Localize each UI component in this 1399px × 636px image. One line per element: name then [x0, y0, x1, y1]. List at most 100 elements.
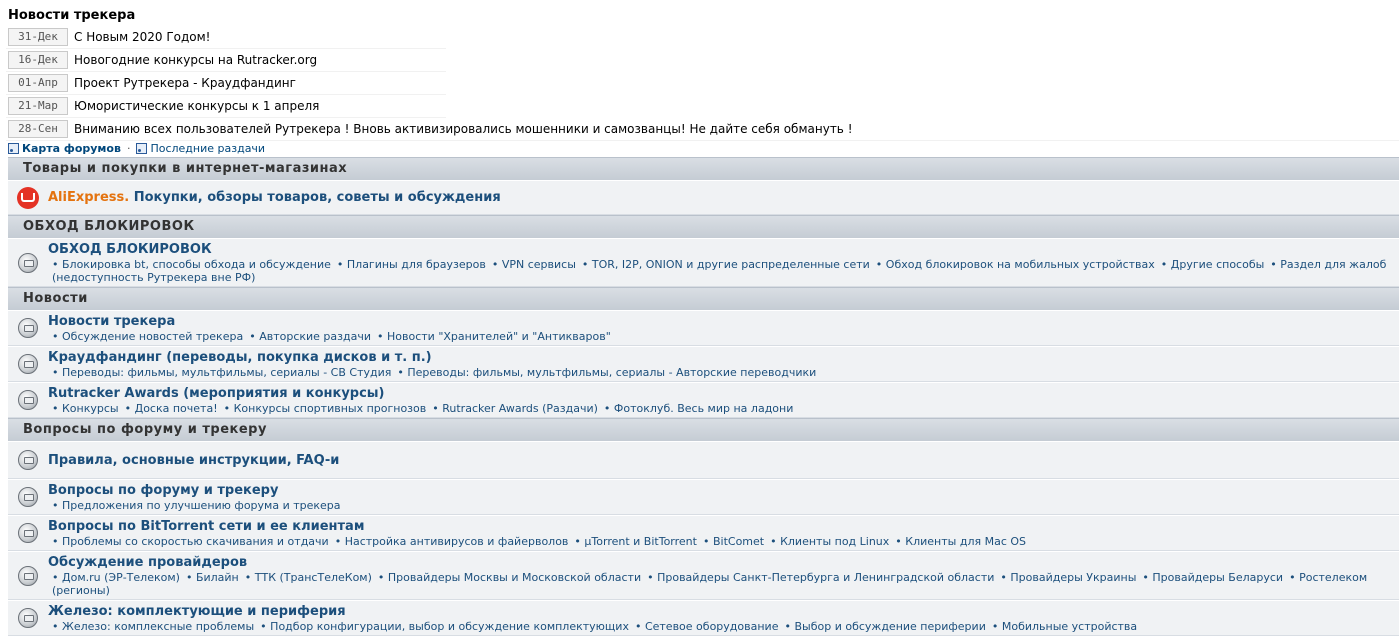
shopping-bag-icon — [17, 186, 39, 209]
subforum-link[interactable]: Клиенты под Linux — [770, 535, 889, 548]
forum-list: Товары и покупки в интернет-магазинах Al… — [8, 157, 1399, 636]
subforum-link[interactable]: Фотоклуб. Весь мир на ладони — [604, 402, 793, 415]
news-item[interactable]: 28-Сен Вниманию всех пользователей Рутрек… — [6, 118, 1399, 141]
forum-title-link[interactable]: ОБХОД БЛОКИРОВОК — [48, 241, 1399, 258]
news-date: 01-Апр — [8, 74, 68, 92]
news-item[interactable]: 21-Мар Юмористические конкурсы к 1 апреля — [6, 95, 446, 118]
forum-status-icon — [18, 608, 38, 628]
subforum-list: Обсуждение новостей трекера Авторские раз… — [48, 330, 1399, 343]
news-block: Новости трекера 31-Дек С Новым 2020 Годом… — [6, 6, 1399, 141]
subforum-link[interactable]: Новости "Хранителей" и "Антикваров" — [377, 330, 611, 343]
forum-status-icon — [18, 487, 38, 507]
subforum-link[interactable]: Настройка антивирусов и файерволов — [335, 535, 569, 548]
subforum-list: Проблемы со скоростью скачивания и отдач… — [48, 535, 1399, 548]
subforum-link[interactable]: Мобильные устройства — [992, 620, 1137, 633]
link-separator: · — [126, 141, 131, 155]
subforum-link[interactable]: Провайдеры Москвы и Московской области — [378, 571, 641, 584]
latest-releases-link[interactable]: Последние раздачи — [150, 142, 265, 155]
subforum-link[interactable]: Другие способы — [1161, 258, 1265, 271]
forum-status-icon — [18, 318, 38, 338]
forum-row: Правила, основные инструкции, FAQ-и — [8, 441, 1399, 479]
subforum-link[interactable]: TOR, I2P, ONION и другие распределенные … — [582, 258, 870, 271]
news-link[interactable]: Новогодние конкурсы на Rutracker.org — [74, 53, 317, 67]
subforum-link[interactable]: Переводы: фильмы, мультфильмы, сериалы -… — [397, 366, 816, 379]
news-date: 31-Дек — [8, 28, 68, 46]
subforum-link[interactable]: Плагины для браузеров — [337, 258, 486, 271]
forum-icon-cell — [8, 181, 48, 214]
category-header[interactable]: ОБХОД БЛОКИРОВОК — [8, 215, 1399, 238]
subforum-link[interactable]: Дом.ru (ЭР-Телеком) — [52, 571, 180, 584]
subforum-list: Предложения по улучшению форума и трекер… — [48, 499, 1399, 512]
subforum-link[interactable]: BitComet — [703, 535, 764, 548]
forum-row: Вопросы по форуму и трекеру Предложения … — [8, 479, 1399, 515]
forum-row: Обсуждение провайдеров Дом.ru (ЭР-Телеко… — [8, 551, 1399, 600]
forum-map-link[interactable]: Карта форумов — [22, 142, 121, 155]
news-date: 16-Дек — [8, 51, 68, 69]
forum-title-link[interactable]: Краудфандинг (переводы, покупка дисков и… — [48, 349, 1399, 366]
subforum-link[interactable]: Выбор и обсуждение периферии — [784, 620, 985, 633]
news-item[interactable]: 16-Дек Новогодние конкурсы на Rutracker.o… — [6, 49, 446, 72]
forum-row: AliExpress. Покупки, обзоры товаров, сов… — [8, 180, 1399, 215]
forum-icon-cell — [8, 239, 48, 286]
forum-icon-cell — [8, 516, 48, 550]
subforum-link[interactable]: Железо: комплексные проблемы — [52, 620, 254, 633]
forum-icon-cell — [8, 552, 48, 599]
news-link[interactable]: С Новым 2020 Годом! — [74, 30, 211, 44]
subforum-link[interactable]: Клиенты для Mac OS — [895, 535, 1026, 548]
forum-icon-cell — [8, 383, 48, 417]
forum-status-icon — [18, 354, 38, 374]
forum-title-link[interactable]: Железо: комплектующие и периферия — [48, 603, 1399, 620]
rss-icon — [8, 142, 19, 154]
news-link[interactable]: Юмористические конкурсы к 1 апреля — [74, 99, 319, 113]
subforum-link[interactable]: Переводы: фильмы, мультфильмы, сериалы -… — [52, 366, 391, 379]
subforum-list: Железо: комплексные проблемы Подбор конфи… — [48, 620, 1399, 633]
subforum-link[interactable]: Провайдеры Санкт-Петербурга и Ленинградс… — [647, 571, 994, 584]
forum-title-link[interactable]: Правила, основные инструкции, FAQ-и — [48, 452, 339, 469]
subforum-link[interactable]: Конкурсы — [52, 402, 119, 415]
news-date: 21-Мар — [8, 97, 68, 115]
subforum-link[interactable]: Блокировка bt, способы обхода и обсужден… — [52, 258, 331, 271]
category-header[interactable]: Новости — [8, 287, 1399, 310]
category-header[interactable]: Товары и покупки в интернет-магазинах — [8, 157, 1399, 180]
forum-icon-cell — [8, 601, 48, 635]
subforum-link[interactable]: Билайн — [186, 571, 239, 584]
subforum-link[interactable]: Провайдеры Беларуси — [1142, 571, 1283, 584]
forum-title-link[interactable]: Rutracker Awards (мероприятия и конкурсы… — [48, 385, 1399, 402]
subforum-link[interactable]: Проблемы со скоростью скачивания и отдач… — [52, 535, 329, 548]
subforum-link[interactable]: Предложения по улучшению форума и трекер… — [52, 499, 341, 512]
forum-title-link[interactable]: Новости трекера — [48, 313, 1399, 330]
subforum-link[interactable]: Обход блокировок на мобильных устройства… — [876, 258, 1155, 271]
subforum-link[interactable]: VPN сервисы — [492, 258, 576, 271]
news-link[interactable]: Проект Рутрекера - Краудфандинг — [74, 76, 296, 90]
news-date: 28-Сен — [8, 120, 68, 138]
forum-icon-cell — [8, 480, 48, 514]
forum-title-link[interactable]: Обсуждение провайдеров — [48, 554, 1399, 571]
subforum-link[interactable]: Конкурсы спортивных прогнозов — [224, 402, 427, 415]
forum-status-icon — [18, 565, 38, 586]
category-header[interactable]: Вопросы по форуму и трекеру — [8, 418, 1399, 441]
forum-title-link[interactable]: AliExpress. Покупки, обзоры товаров, сов… — [48, 189, 501, 206]
subforum-link[interactable]: Подбор конфигурации, выбор и обсуждение … — [260, 620, 629, 633]
rss-icon — [136, 142, 148, 154]
forum-icon-cell — [8, 442, 48, 478]
subforum-link[interactable]: Провайдеры Украины — [1000, 571, 1136, 584]
aliexpress-brand: AliExpress. — [48, 190, 130, 205]
forum-icon-cell — [8, 311, 48, 345]
subforum-link[interactable]: Сетевое оборудование — [635, 620, 779, 633]
forum-status-icon — [18, 450, 38, 470]
subforum-link[interactable]: ТТК (ТрансТелеКом) — [245, 571, 372, 584]
forum-status-icon — [18, 523, 38, 543]
subforum-link[interactable]: Обсуждение новостей трекера — [52, 330, 243, 343]
subforum-link[interactable]: Доска почета! — [125, 402, 218, 415]
subforum-link[interactable]: Rutracker Awards (Раздачи) — [432, 402, 598, 415]
forum-row: Новости трекера Обсуждение новостей трек… — [8, 310, 1399, 346]
forum-row: Краудфандинг (переводы, покупка дисков и… — [8, 346, 1399, 382]
news-item[interactable]: 31-Дек С Новым 2020 Годом! — [6, 26, 446, 49]
forum-row: Вопросы по BitTorrent сети и ее клиентам… — [8, 515, 1399, 551]
news-item[interactable]: 01-Апр Проект Рутрекера - Краудфандинг — [6, 72, 446, 95]
news-link[interactable]: Вниманию всех пользователей Рутрекера ! … — [74, 122, 853, 136]
forum-title-link[interactable]: Вопросы по BitTorrent сети и ее клиентам — [48, 518, 1399, 535]
subforum-link[interactable]: µTorrent и BitTorrent — [574, 535, 697, 548]
forum-title-link[interactable]: Вопросы по форуму и трекеру — [48, 482, 1399, 499]
subforum-link[interactable]: Авторские раздачи — [249, 330, 371, 343]
